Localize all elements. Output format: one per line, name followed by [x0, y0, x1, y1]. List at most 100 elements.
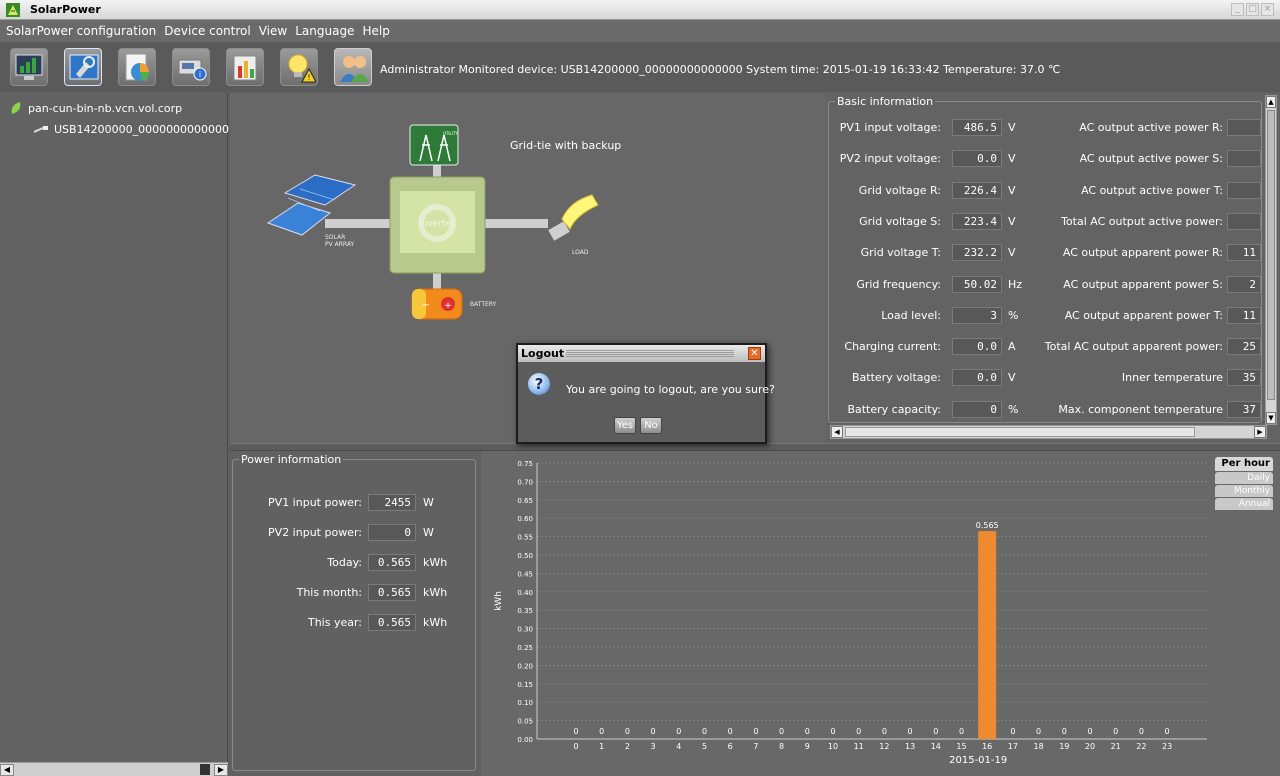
x-tick-label: 18 — [1034, 742, 1044, 751]
power-label: Today: — [327, 556, 362, 569]
operating-mode-label: Grid-tie with backup — [510, 139, 622, 152]
y-tick-label: 0.40 — [517, 589, 533, 597]
bar-data-label: 0 — [573, 727, 578, 736]
scroll-down-icon[interactable]: ▼ — [1266, 412, 1276, 424]
basic-left-value: 0 — [952, 400, 1002, 418]
scrollbar-thumb[interactable] — [1267, 110, 1275, 400]
basic-right-value: 11 — [1227, 306, 1261, 324]
bar-data-label: 0 — [1062, 727, 1067, 736]
no-button[interactable]: No — [640, 417, 662, 434]
data-analysis-button[interactable] — [118, 48, 156, 86]
monitor-button[interactable] — [10, 48, 48, 86]
basic-left-label: Load level: — [881, 308, 941, 322]
tab-daily[interactable]: Daily — [1215, 472, 1273, 484]
scrollbar-thumb[interactable] — [845, 427, 1195, 437]
basic-left-label: Grid voltage R: — [858, 183, 941, 197]
titlebar-grip — [566, 350, 734, 357]
event-log-button[interactable] — [226, 48, 264, 86]
scroll-right-icon[interactable]: ▶ — [1254, 426, 1266, 438]
tab-per-hour[interactable]: Per hour — [1215, 457, 1273, 471]
warning-icon: ! — [288, 54, 316, 83]
battery-icon: + − — [411, 288, 463, 320]
y-tick-label: 0.75 — [517, 460, 533, 468]
basic-right-label: AC output active power R: — [1079, 121, 1223, 134]
basic-right-label: AC output apparent power S: — [1063, 277, 1223, 291]
x-tick-label: 15 — [956, 742, 966, 751]
power-information-title: Power information — [239, 453, 344, 466]
basic-left-label: Grid frequency: — [856, 277, 941, 291]
device-info-button[interactable]: i — [172, 48, 210, 86]
y-tick-label: 0.35 — [517, 607, 533, 615]
menu-bar: SolarPower configuration Device control … — [0, 20, 1280, 42]
dialog-titlebar[interactable]: Logout ✕ — [518, 345, 765, 362]
basic-left-unit: V — [1008, 371, 1016, 385]
power-label: This month: — [296, 586, 362, 599]
basic-information-title: Basic information — [835, 95, 936, 108]
bar-data-label: 0 — [830, 727, 835, 736]
power-unit: W — [423, 496, 434, 509]
basic-right-label: Total AC output apparent power: — [1044, 340, 1223, 354]
x-tick-label: 11 — [854, 742, 864, 751]
basic-left-value: 50.02 — [952, 275, 1002, 293]
yes-button[interactable]: Yes — [614, 417, 636, 434]
warning-button[interactable]: ! — [280, 48, 318, 86]
solar-label: SOLAR PV ARRAY — [325, 234, 354, 248]
menu-view[interactable]: View — [259, 24, 287, 38]
solar-connector — [325, 219, 395, 228]
chart-period-tabs: Per hour Daily Monthly Annual — [1215, 457, 1277, 511]
hourly-energy-chart: 0.00 0.05 0.10 0.15 0.20 0.25 0.30 0.35 0.40 0.45… — [494, 460, 1207, 766]
panel-splitter[interactable] — [230, 443, 1280, 451]
x-axis-label: 2015-01-19 — [949, 755, 1007, 766]
dialog-message: You are going to logout, are you sure? — [566, 383, 775, 396]
tree-horizontal-scrollbar[interactable]: ◀ ▶ — [0, 762, 228, 776]
load-connector — [483, 219, 548, 228]
menu-device-control[interactable]: Device control — [164, 24, 250, 38]
basic-right-value — [1227, 150, 1261, 168]
close-icon[interactable]: × — [1261, 3, 1274, 16]
user-button[interactable] — [334, 48, 372, 86]
x-tick-label: 14 — [931, 742, 941, 751]
basic-vertical-scrollbar[interactable]: ▲ ▼ — [1265, 95, 1277, 425]
x-tick-label: 4 — [676, 742, 681, 751]
x-tick-label: 20 — [1085, 742, 1095, 751]
tab-annual[interactable]: Annual — [1215, 498, 1273, 510]
tree-device-item[interactable]: USB14200000_0000000000000 — [34, 123, 229, 136]
minimize-icon[interactable]: _ — [1231, 3, 1244, 16]
configuration-icon — [69, 54, 99, 80]
basic-right-label: AC output apparent power T: — [1064, 308, 1223, 322]
tree-root-item[interactable]: pan-cun-bin-nb.vcn.vol.corp — [10, 101, 182, 115]
tab-monthly[interactable]: Monthly — [1215, 485, 1273, 497]
basic-left-value: 0.0 — [952, 150, 1002, 168]
x-tick-label: 8 — [779, 742, 784, 751]
y-tick-label: 0.15 — [517, 681, 533, 689]
scrollbar-thumb[interactable] — [200, 764, 210, 775]
menu-help[interactable]: Help — [362, 24, 389, 38]
basic-left-label: PV2 input voltage: — [839, 152, 941, 166]
y-tick-label: 0.25 — [517, 644, 533, 652]
bar-data-label: 0 — [753, 727, 758, 736]
power-value: 0.565 — [368, 554, 416, 571]
maximize-icon[interactable]: □ — [1246, 3, 1259, 16]
y-tick-label: 0.30 — [517, 626, 533, 634]
power-unit: W — [423, 526, 434, 539]
scroll-up-icon[interactable]: ▲ — [1266, 96, 1276, 108]
scroll-left-icon[interactable]: ◀ — [0, 764, 14, 776]
configuration-button[interactable] — [64, 48, 102, 86]
basic-right-value: 25 — [1227, 338, 1261, 356]
scroll-right-icon[interactable]: ▶ — [214, 764, 228, 776]
window-titlebar: SolarPower _ □ × — [0, 0, 1280, 20]
dialog-close-icon[interactable]: ✕ — [748, 347, 761, 360]
basic-left-value: 232.2 — [952, 244, 1002, 262]
y-tick-label: 0.10 — [517, 699, 533, 707]
power-value: 0 — [368, 524, 416, 541]
menu-language[interactable]: Language — [295, 24, 354, 38]
bar-data-label: 0 — [651, 727, 656, 736]
basic-left-value: 223.4 — [952, 212, 1002, 230]
menu-solarpower-configuration[interactable]: SolarPower configuration — [6, 24, 156, 38]
basic-horizontal-scrollbar[interactable]: ◀ ▶ — [830, 425, 1267, 439]
x-tick-label: 0 — [573, 742, 578, 751]
scroll-left-icon[interactable]: ◀ — [831, 426, 843, 438]
x-tick-label: 9 — [805, 742, 810, 751]
basic-left-unit: V — [1008, 246, 1016, 260]
basic-left-unit: V — [1008, 183, 1016, 197]
